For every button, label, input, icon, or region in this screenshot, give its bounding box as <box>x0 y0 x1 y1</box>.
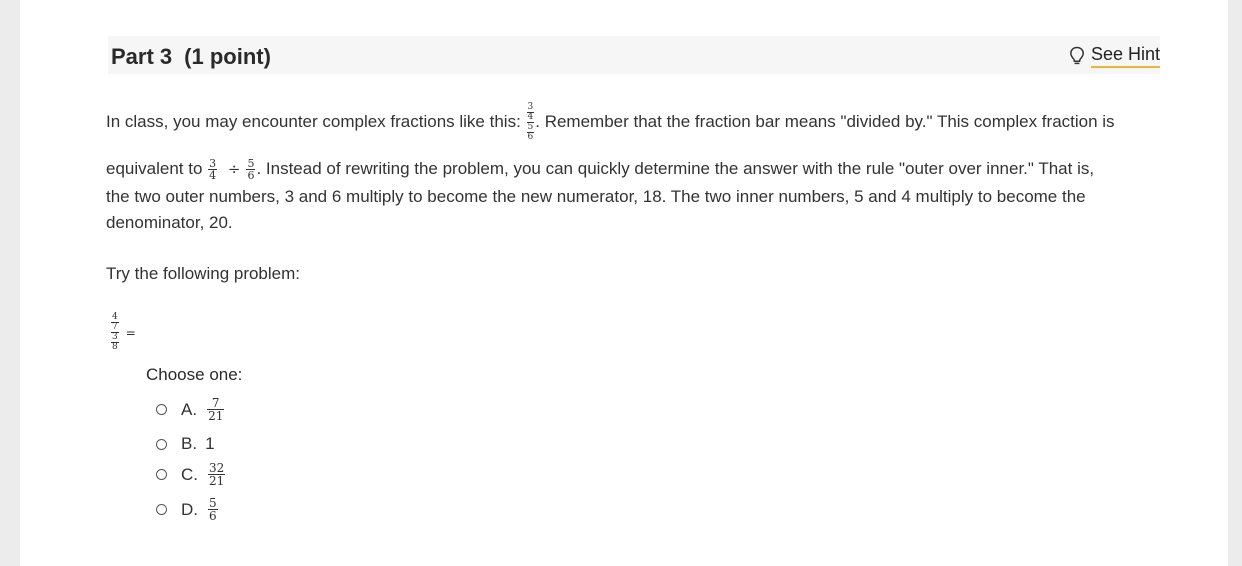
fraction-numerator: 4 <box>112 312 118 322</box>
fraction-denominator: 6 <box>527 132 534 142</box>
option-fraction: 7 21 <box>207 396 225 423</box>
fraction-numerator: 3 <box>112 332 118 342</box>
part-title: Part 3 (1 point) <box>111 44 271 70</box>
question-card: Part 3 (1 point) See Hint In class, you m… <box>20 0 1228 566</box>
option-fraction: 32 21 <box>208 461 226 488</box>
see-hint-button[interactable]: See Hint <box>1069 43 1160 69</box>
intro-text-1a: In class, you may encounter complex frac… <box>106 111 526 131</box>
intro-line-3: the two outer numbers, 3 and 6 multiply … <box>106 187 1086 206</box>
intro-text-2b: . Instead of rewriting the problem, you … <box>256 159 1095 178</box>
equiv-fraction-a: 34 <box>208 157 218 183</box>
radio-button[interactable] <box>156 504 167 515</box>
fraction-numerator: 3 <box>209 157 217 171</box>
fraction-denominator: 6 <box>247 169 255 183</box>
fraction-numerator: 5 <box>247 157 255 171</box>
option-a[interactable]: A. 7 21 <box>156 397 225 422</box>
part-label: Part 3 <box>111 44 173 69</box>
part-header: Part 3 (1 point) See Hint <box>108 36 1160 74</box>
problem-complex-fraction: 47 38 <box>111 313 119 352</box>
choose-one-label: Choose one: <box>146 365 243 384</box>
intro-text-2a: equivalent to <box>106 159 208 178</box>
option-letter: B. <box>181 434 198 453</box>
option-value: 1 <box>205 434 215 453</box>
option-fraction: 56 <box>208 497 218 522</box>
option-letter: C. <box>181 464 198 484</box>
fraction-denominator: 21 <box>208 409 224 423</box>
intro-line-1: In class, you may encounter complex frac… <box>106 103 1115 142</box>
option-letter: A. <box>181 399 198 419</box>
radio-button[interactable] <box>156 438 167 450</box>
fraction-numerator: 5 <box>209 496 217 510</box>
lightbulb-icon <box>1069 46 1085 66</box>
fraction-denominator: 21 <box>209 474 225 488</box>
option-c[interactable]: C. 32 21 <box>156 462 226 487</box>
fraction-denominator: 7 <box>112 322 118 332</box>
radio-button[interactable] <box>156 469 167 480</box>
equals-sign: = <box>125 325 136 340</box>
intro-text-1b: . Remember that the fraction bar means "… <box>535 111 1115 131</box>
fraction-numerator: 3 <box>527 102 534 112</box>
problem-prompt: Try the following problem: <box>106 264 301 283</box>
fraction-denominator: 6 <box>209 509 217 523</box>
part-points: (1 point) <box>184 44 271 69</box>
fraction-denominator: 4 <box>527 112 534 122</box>
fraction-numerator: 5 <box>527 122 534 132</box>
fraction-numerator: 7 <box>211 396 220 410</box>
fraction-denominator: 8 <box>112 342 118 352</box>
radio-button[interactable] <box>156 404 167 415</box>
intro-line-2: equivalent to 34 ÷ 5 6. Instead of rewriti… <box>106 156 1094 182</box>
example-complex-fraction: 34 56 <box>526 102 535 142</box>
intro-line-4: denominator, 20. <box>106 213 233 232</box>
option-d[interactable]: D. 56 <box>156 497 219 522</box>
equiv-fraction-b: 56 <box>246 157 256 183</box>
option-b[interactable]: B. 1 <box>156 434 215 454</box>
see-hint-label[interactable]: See Hint <box>1090 44 1160 68</box>
problem-expression: 47 38 = <box>110 313 136 352</box>
divide-sign: ÷ <box>227 160 241 178</box>
fraction-denominator: 4 <box>209 169 217 183</box>
fraction-numerator: 32 <box>209 461 225 475</box>
option-letter: D. <box>181 499 198 519</box>
